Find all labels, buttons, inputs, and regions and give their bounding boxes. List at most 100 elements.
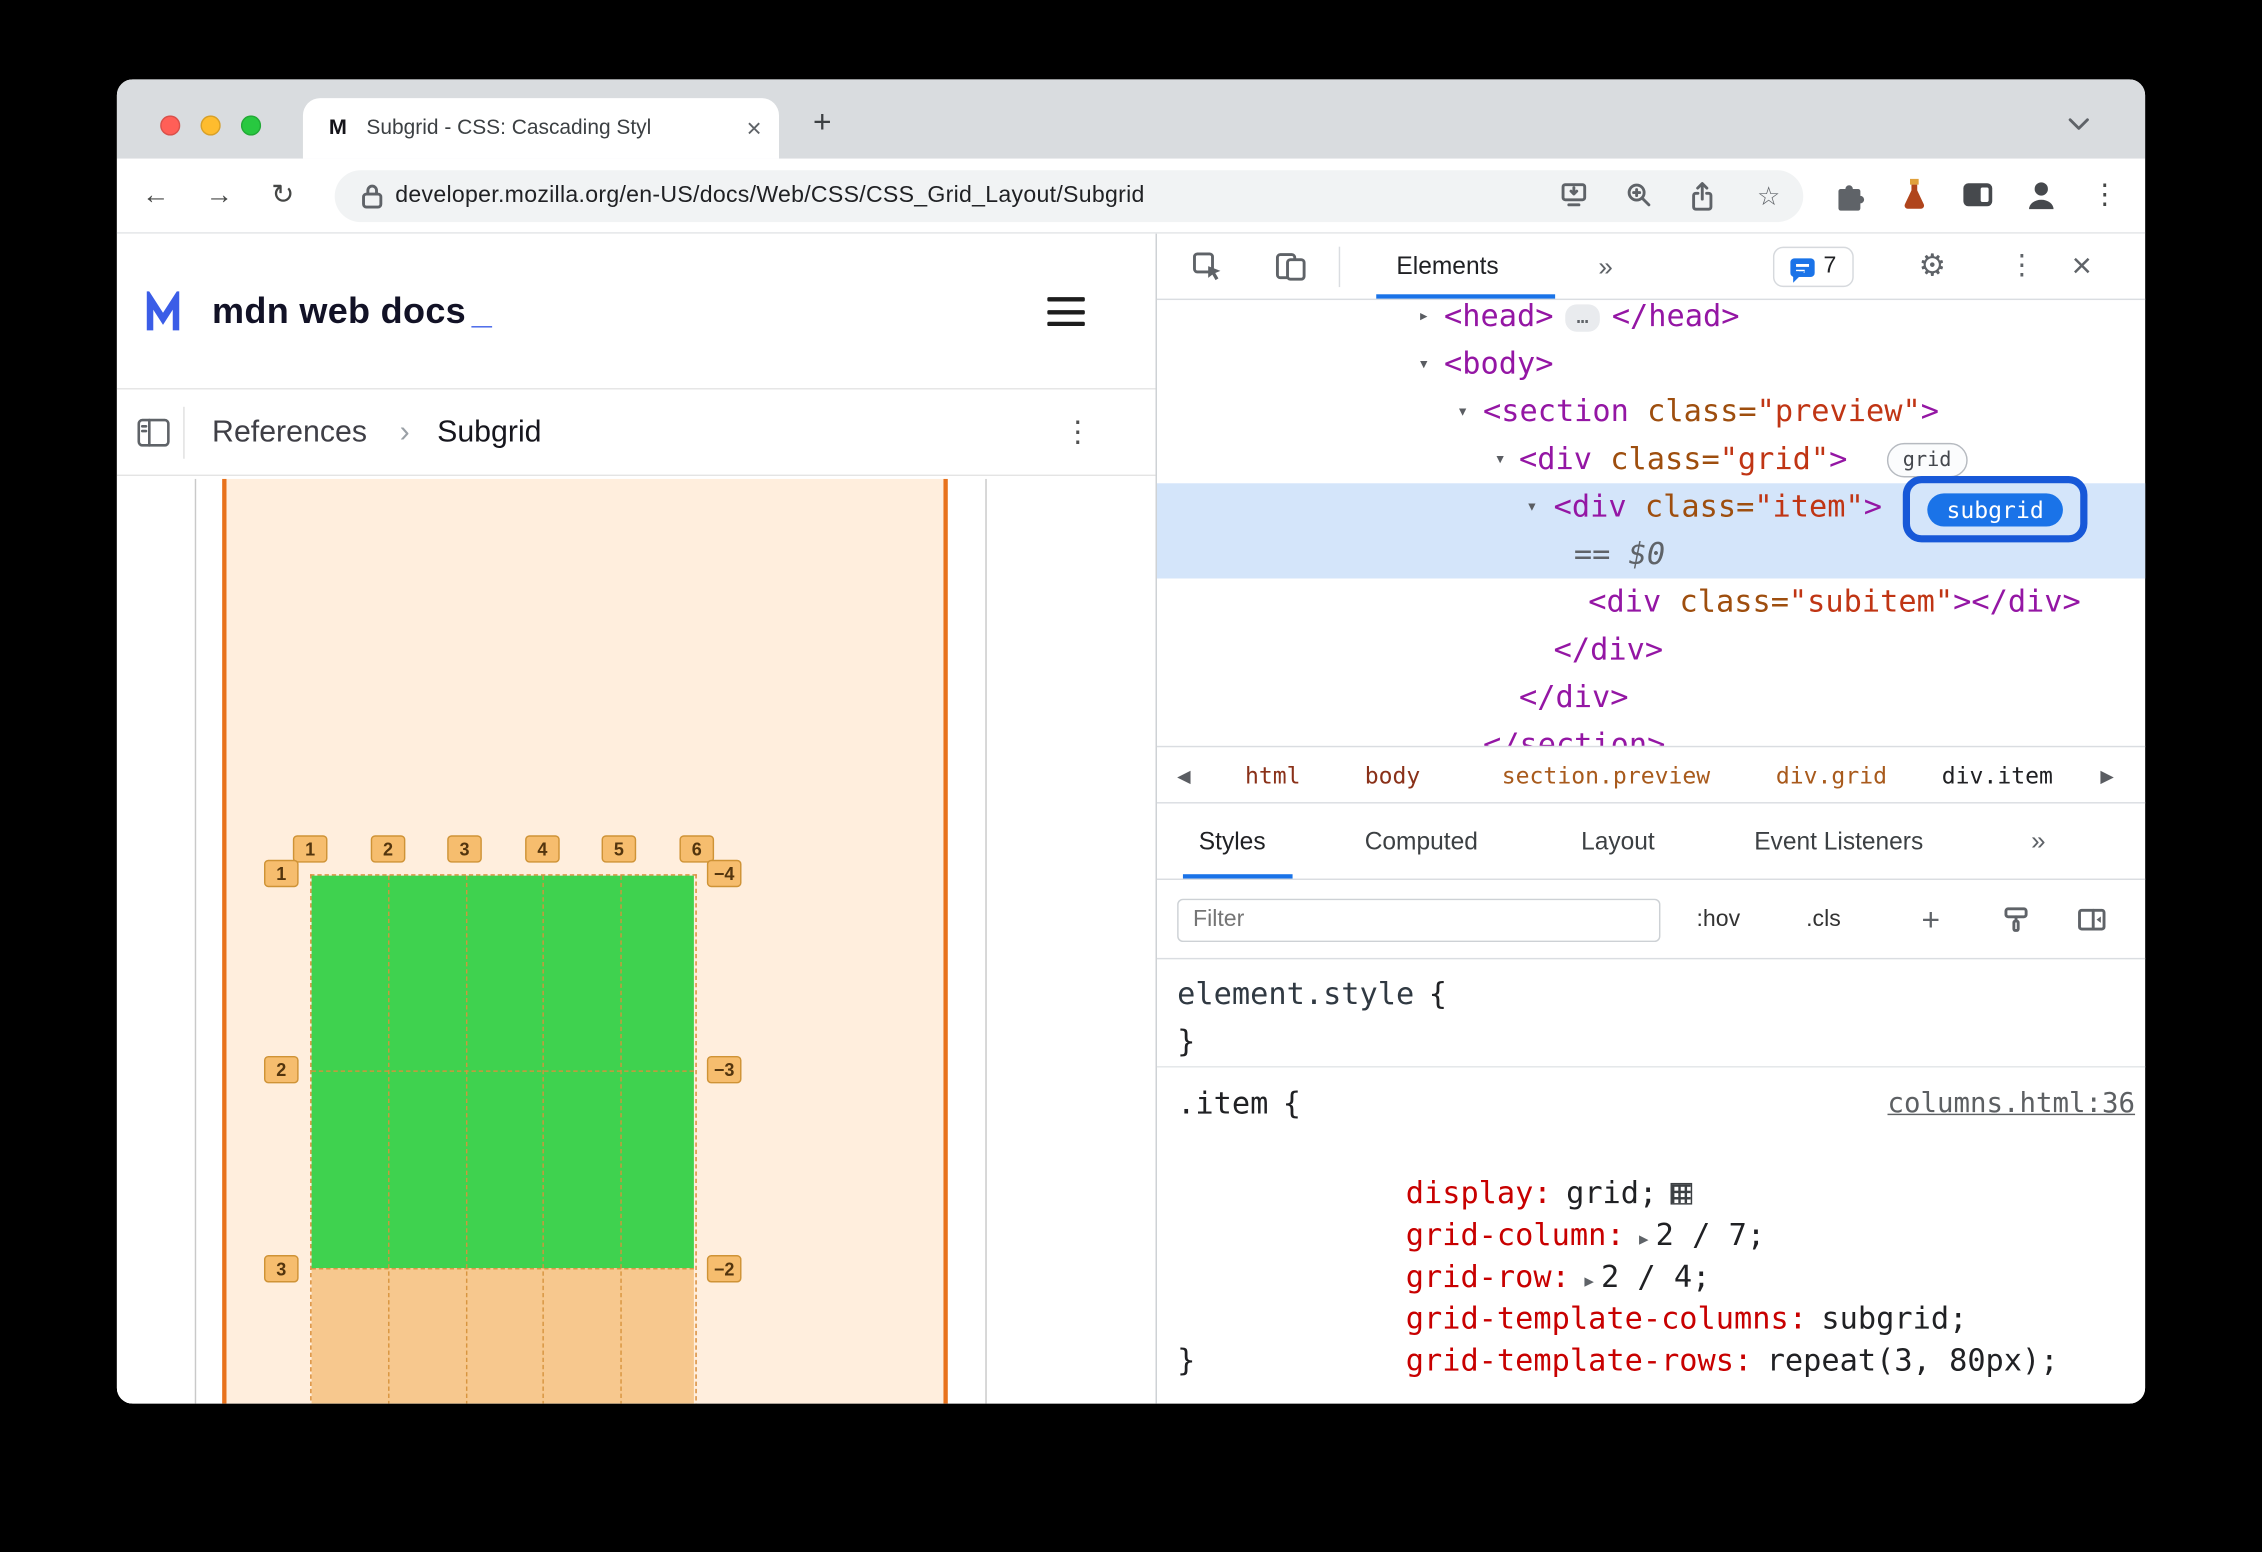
source-link[interactable]: columns.html:36: [1888, 1083, 2136, 1125]
css-declaration[interactable]: grid-template-columns: subgrid;: [1223, 1257, 1968, 1336]
divider: [985, 478, 988, 1404]
browser-menu-icon[interactable]: ⋮: [2083, 175, 2126, 218]
devtools-close-icon[interactable]: ×: [2072, 234, 2092, 300]
more-tabs-icon[interactable]: »: [2031, 804, 2045, 880]
grid-line-number-chip: 2: [370, 835, 406, 863]
css-value[interactable]: repeat(3, 80px);: [1767, 1343, 2059, 1378]
browser-tab[interactable]: M Subgrid - CSS: Cascading Styl ×: [302, 98, 780, 159]
tab-elements[interactable]: Elements: [1396, 234, 1498, 300]
tree-row-close-grid[interactable]: </div>: [1157, 674, 2145, 722]
tab-search-chevron-icon[interactable]: [2067, 113, 2090, 139]
toc-sidebar-icon[interactable]: [137, 418, 172, 448]
grid-line-number-chip: 3: [263, 1255, 299, 1283]
css-selector[interactable]: element.style: [1177, 977, 1414, 1012]
chevron-down-icon[interactable]: ▾: [1457, 388, 1468, 436]
back-button[interactable]: ←: [134, 175, 177, 218]
chevron-down-icon[interactable]: ▾: [1495, 436, 1506, 484]
settings-gear-icon[interactable]: ⚙: [1919, 234, 1946, 300]
grid-overlay: [310, 874, 697, 1404]
grid-line-number-chip: 6: [679, 835, 715, 863]
traffic-light-minimize-button[interactable]: [200, 115, 221, 136]
tree-row-close-section[interactable]: </section>: [1157, 721, 2145, 746]
chevron-down-icon[interactable]: ▾: [1418, 340, 1429, 388]
mdn-logo-text[interactable]: mdn web docs _: [212, 234, 492, 390]
article-actions-icon[interactable]: ⋮: [1063, 390, 1092, 477]
traffic-light-close-button[interactable]: [160, 115, 181, 136]
computed-sidebar-icon[interactable]: [2076, 905, 2108, 937]
crumb-next-icon[interactable]: ▶: [2100, 747, 2113, 805]
css-declaration[interactable]: grid-template-rows: repeat(3, 80px);: [1223, 1298, 2059, 1378]
mdn-logo[interactable]: [144, 291, 202, 336]
new-tab-button[interactable]: +: [796, 97, 848, 149]
divider: [1156, 1066, 2146, 1068]
chevron-down-icon[interactable]: ▾: [1526, 483, 1537, 531]
subgrid-badge[interactable]: subgrid: [1927, 492, 2063, 526]
tab-event-listeners[interactable]: Event Listeners: [1754, 804, 1923, 880]
breadcrumb-separator: ›: [399, 415, 410, 449]
breadcrumb-references-link[interactable]: References: [212, 390, 367, 477]
item-rule-selector[interactable]: .item{: [1177, 1083, 1301, 1125]
traffic-light-zoom-button[interactable]: [240, 115, 262, 136]
grid-badge[interactable]: grid: [1886, 442, 1968, 478]
expand-ellipsis-button[interactable]: …: [1565, 304, 1601, 332]
crumb-div-grid[interactable]: div.grid: [1776, 747, 1887, 805]
tab-styles[interactable]: Styles: [1199, 804, 1266, 880]
page-content: mdn web docs _ References › Subgrid ⋮ 1 …: [116, 233, 1156, 1404]
css-declaration[interactable]: grid-row: ▸ 2 / 4;: [1223, 1215, 1711, 1294]
device-toolbar-icon[interactable]: [1275, 251, 1308, 283]
element-style-rule[interactable]: element.style{: [1177, 974, 1447, 1016]
tab-layout[interactable]: Layout: [1581, 804, 1655, 880]
install-page-icon[interactable]: [1559, 180, 1594, 212]
sidebar-toggle-icon[interactable]: [1956, 175, 1999, 218]
new-style-rule-icon[interactable]: +: [1922, 880, 1941, 959]
grid-line: [311, 1267, 694, 1269]
browser-window: M Subgrid - CSS: Cascading Styl × + ← → …: [116, 79, 2146, 1404]
zoom-icon[interactable]: [1624, 180, 1659, 212]
more-panels-icon[interactable]: »: [1598, 234, 1612, 300]
css-property[interactable]: grid-template-rows:: [1406, 1343, 1753, 1378]
console-badge[interactable]: 7: [1772, 246, 1854, 288]
divider: [194, 478, 197, 1404]
extension-flask-icon[interactable]: [1893, 175, 1936, 218]
tree-row-body[interactable]: ▾ <body>: [1157, 340, 2145, 388]
tree-row-head[interactable]: ▸ <head>… </head>: [1157, 300, 2145, 340]
reload-button[interactable]: ↻: [261, 175, 304, 218]
grid-line-number-chip: 2: [263, 1055, 299, 1084]
css-declaration[interactable]: grid-column: ▸ 2 / 7;: [1223, 1173, 1765, 1253]
mdn-menu-icon[interactable]: [1047, 297, 1085, 334]
grid-line-number-chip: 1: [292, 835, 328, 863]
tab-title-fade: [686, 103, 733, 153]
breadcrumb-current: Subgrid: [437, 415, 542, 449]
tab-computed[interactable]: Computed: [1365, 804, 1478, 880]
url-text[interactable]: developer.mozilla.org/en-US/docs/Web/CSS…: [395, 170, 1144, 222]
tree-row-div-subitem[interactable]: <div class="subitem"></div>: [1157, 578, 2145, 626]
address-bar[interactable]: developer.mozilla.org/en-US/docs/Web/CSS…: [334, 170, 1804, 223]
crumb-div-item[interactable]: div.item: [1942, 747, 2053, 805]
crumb-prev-icon[interactable]: ◀: [1177, 747, 1190, 805]
pseudo-state-toggle[interactable]: :hov: [1696, 880, 1740, 959]
forward-button[interactable]: →: [198, 175, 241, 218]
extensions-puzzle-icon[interactable]: [1829, 175, 1872, 218]
inspect-icon[interactable]: [1192, 251, 1227, 284]
crumb-html[interactable]: html: [1245, 747, 1301, 805]
tree-row-close-item[interactable]: </div>: [1157, 626, 2145, 674]
styles-filter-input[interactable]: [1177, 898, 1661, 943]
bookmark-star-icon[interactable]: ☆: [1751, 170, 1786, 222]
site-security-lock-icon[interactable]: [358, 180, 393, 212]
css-selector[interactable]: .item: [1177, 1086, 1268, 1121]
chevron-right-icon[interactable]: ▸: [1418, 300, 1429, 340]
crumb-section[interactable]: section.preview: [1502, 747, 1710, 805]
tab-close-icon[interactable]: ×: [747, 98, 762, 159]
rendering-icon[interactable]: [2001, 905, 2033, 937]
console-bubble-icon: [1790, 257, 1815, 283]
grid-line: [619, 875, 622, 1404]
devtools-menu-icon[interactable]: ⋮: [2008, 234, 2035, 300]
profile-avatar[interactable]: [2020, 175, 2063, 218]
crumb-body[interactable]: body: [1365, 747, 1421, 805]
grid-line-number-chip: 1: [263, 859, 299, 888]
css-declaration[interactable]: display: grid;: [1223, 1131, 1692, 1210]
browser-toolbar: ← → ↻ developer.mozilla.org/en-US/docs/W…: [116, 158, 2146, 234]
class-toggle[interactable]: .cls: [1806, 880, 1841, 959]
tree-row-section[interactable]: ▾ <section class="preview">: [1157, 388, 2145, 436]
share-icon[interactable]: [1688, 180, 1723, 212]
